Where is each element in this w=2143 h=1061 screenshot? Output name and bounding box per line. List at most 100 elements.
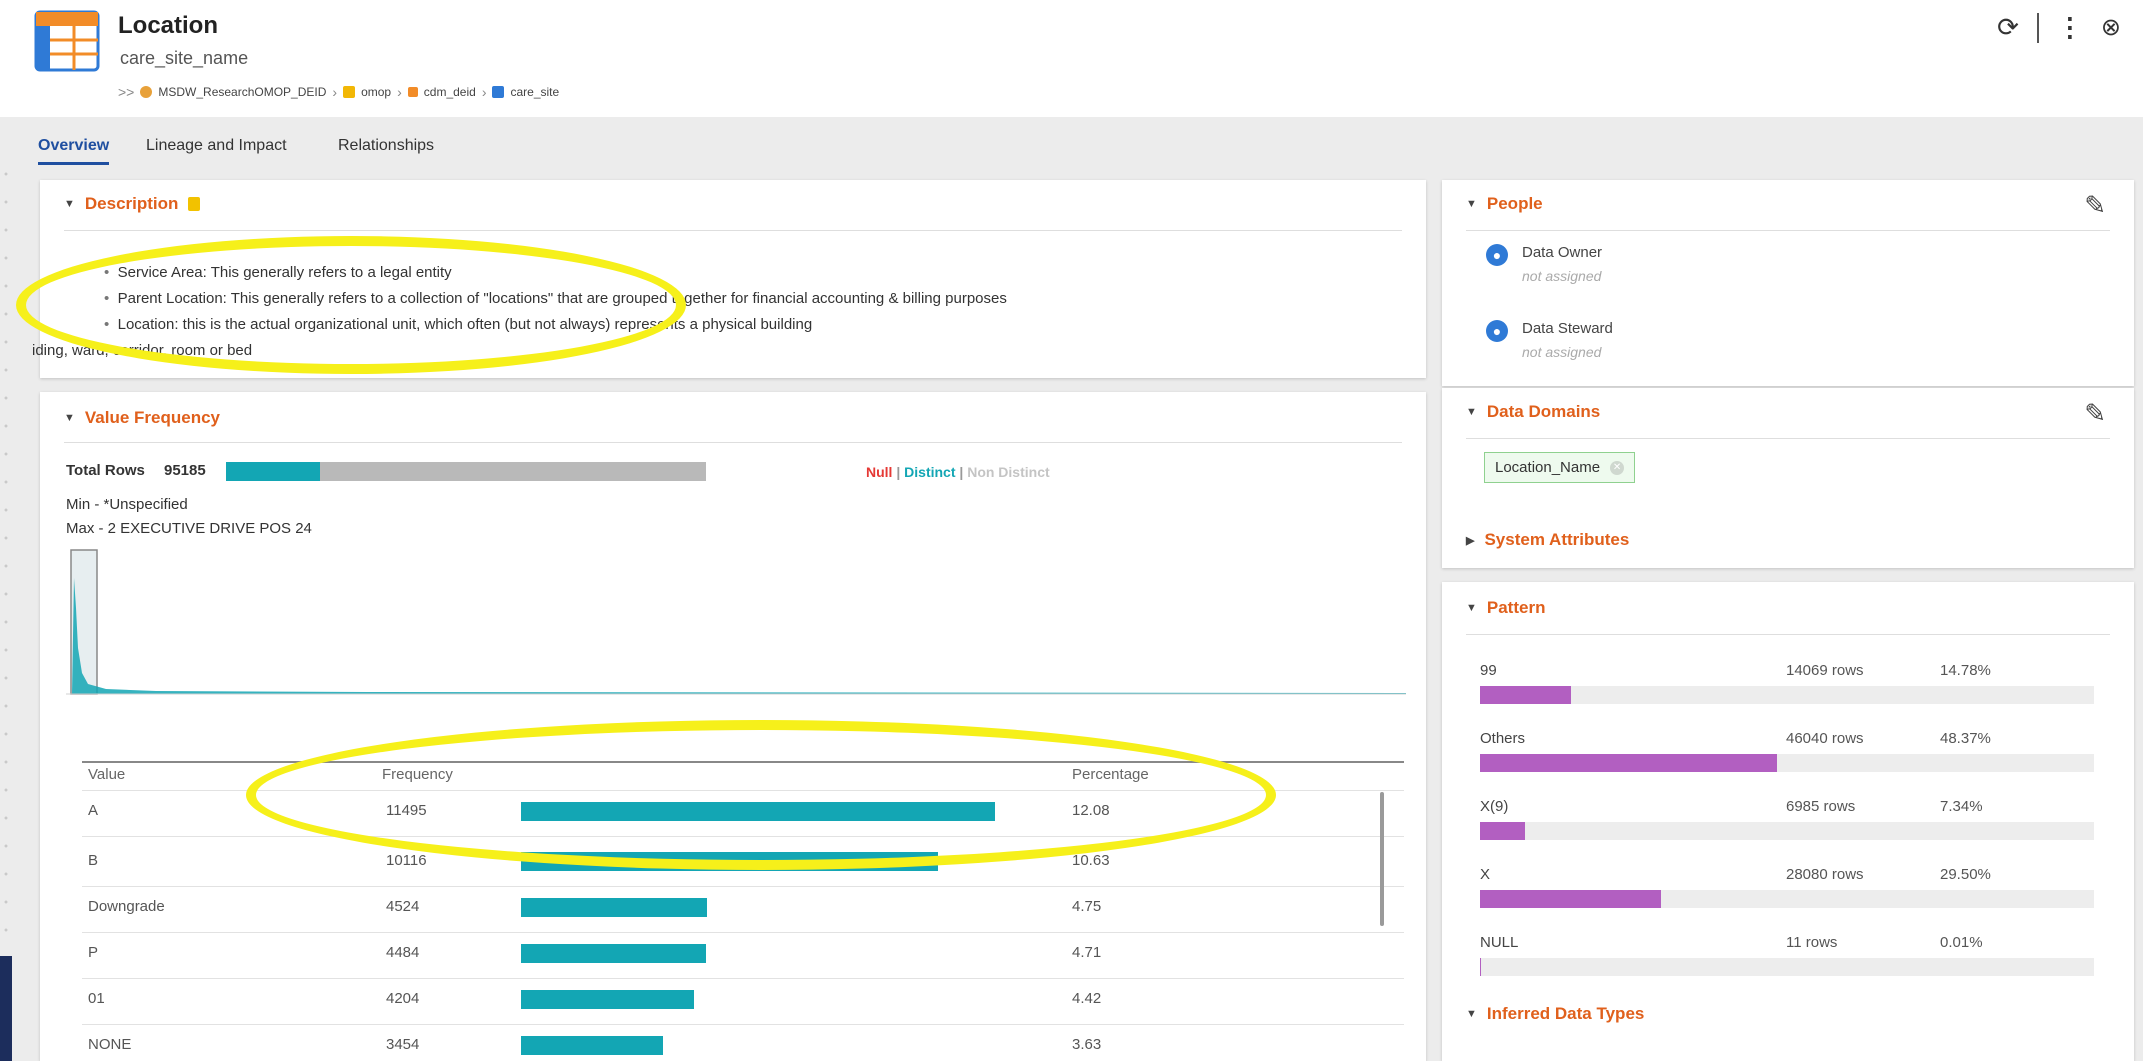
edit-pencil-icon[interactable]: ✎ (2084, 190, 2106, 221)
row-divider (82, 932, 1404, 933)
collapse-triangle-icon[interactable]: ▼ (1466, 198, 1477, 210)
breadcrumb-item[interactable]: omop (361, 85, 391, 99)
min-value: Min - *Unspecified (66, 496, 188, 513)
pattern-percentage: 0.01% (1940, 934, 1983, 951)
table-cell-value: B (88, 852, 99, 869)
inferred-data-types-title: Inferred Data Types (1486, 1004, 1645, 1023)
legend-distinct: Distinct (904, 464, 956, 480)
edit-pencil-icon[interactable]: ✎ (2084, 398, 2106, 429)
data-domains-header[interactable]: ▼ Data Domains (1466, 402, 1600, 422)
breadcrumb-expand-icon[interactable]: >> (118, 84, 134, 100)
legend-separator: | (959, 464, 964, 480)
pattern-percentage: 7.34% (1940, 798, 1983, 815)
table-cell-frequency: 4204 (386, 990, 420, 1007)
description-title: Description (84, 194, 179, 213)
value-frequency-header[interactable]: ▼ Value Frequency (64, 408, 220, 428)
table-cell-value: 01 (88, 990, 105, 1007)
table-cell-percentage: 4.42 (1072, 990, 1102, 1007)
more-vertical-icon[interactable]: ⋮ (2057, 12, 2083, 43)
expand-triangle-icon[interactable]: ▶ (1466, 534, 1474, 547)
table-cell-frequency: 10116 (386, 852, 427, 869)
divider (1466, 230, 2110, 231)
data-steward-label: Data Steward (1522, 320, 1613, 337)
header-actions: ⟳ ⋮ ⊗ (1997, 12, 2121, 43)
tab-relationships[interactable]: Relationships (338, 137, 434, 155)
breadcrumb-item[interactable]: cdm_deid (424, 85, 476, 99)
tab-overview[interactable]: Overview (38, 137, 110, 165)
pattern-bar (1480, 686, 1571, 704)
total-rows-count: 95185 (164, 462, 206, 479)
description-header[interactable]: ▼ Description (64, 194, 201, 214)
data-owner-value: not assigned (1522, 268, 1602, 284)
system-attributes-header[interactable]: ▶ System Attributes (1466, 530, 1629, 550)
schema-deid-icon (407, 87, 418, 97)
pattern-row-count: 46040 rows (1786, 730, 1864, 747)
data-domain-chip[interactable]: Location_Name ✕ (1484, 452, 1636, 483)
table-cell-value: P (88, 944, 99, 961)
distribution-curve (72, 578, 1406, 694)
tab-bar: Overview Lineage and Impact Relationship… (0, 117, 2143, 172)
breadcrumb-item[interactable]: care_site (510, 85, 559, 99)
row-divider (82, 886, 1404, 887)
table-cell-frequency: 4524 (386, 898, 420, 915)
collapse-triangle-icon[interactable]: ▼ (1466, 602, 1477, 614)
frequency-bar (521, 944, 706, 963)
legend-separator: | (896, 464, 901, 480)
asset-header: Location care_site_name >> MSDW_Research… (0, 0, 2143, 117)
pattern-label: X(9) (1480, 798, 1509, 815)
frequency-distribution-chart (66, 549, 1406, 695)
divider (1466, 438, 2110, 439)
table-scrollbar[interactable] (1380, 792, 1384, 926)
pattern-bar-track (1480, 890, 2094, 908)
total-rows-label: Total Rows (66, 462, 145, 479)
pattern-label: X (1480, 866, 1491, 883)
collapse-triangle-icon[interactable]: ▼ (64, 198, 75, 210)
table-cell-value: Downgrade (88, 898, 165, 915)
tab-lineage-and-impact[interactable]: Lineage and Impact (146, 137, 287, 155)
distinct-ratio-bar (226, 462, 706, 481)
legend-non-distinct: Non Distinct (967, 464, 1050, 480)
pattern-percentage: 14.78% (1940, 662, 1991, 679)
breadcrumb-item[interactable]: MSDW_ResearchOMOP_DEID (158, 85, 326, 99)
collapse-triangle-icon[interactable]: ▼ (64, 412, 75, 424)
collapse-triangle-icon[interactable]: ▼ (1466, 406, 1477, 418)
data-domains-title: Data Domains (1486, 402, 1601, 421)
people-title: People (1486, 194, 1543, 213)
data-domain-chip-label: Location_Name (1495, 459, 1601, 476)
inferred-data-types-header[interactable]: ▼ Inferred Data Types (1466, 1004, 1644, 1024)
chevron-right-icon: › (481, 84, 487, 100)
divider (64, 230, 1402, 231)
frequency-bar (521, 1036, 664, 1055)
header-divider (2036, 12, 2039, 43)
highlight-ellipse-frequency (246, 720, 1276, 870)
system-attributes-title: System Attributes (1484, 530, 1630, 549)
left-edge-strip (0, 956, 12, 1061)
row-divider (82, 978, 1404, 979)
legend-null: Null (866, 464, 893, 480)
refresh-icon[interactable]: ⟳ (1997, 12, 2019, 43)
pattern-bar (1480, 958, 1482, 976)
breadcrumb: >> MSDW_ResearchOMOP_DEID › omop › cdm_d… (118, 84, 559, 100)
user-avatar-icon: ● (1486, 320, 1508, 342)
data-steward-value: not assigned (1522, 344, 1602, 360)
pattern-bar-track (1480, 958, 2094, 976)
frequency-bar (521, 898, 708, 917)
pattern-percentage: 29.50% (1940, 866, 1991, 883)
pattern-card: ▼ Pattern 99 14069 rows 14.78% Others 46… (1442, 582, 2134, 1061)
row-divider (82, 1024, 1404, 1025)
people-header[interactable]: ▼ People (1466, 194, 1543, 214)
column-header-value[interactable]: Value (88, 766, 125, 783)
asset-title: Location (118, 12, 218, 39)
max-value: Max - 2 EXECUTIVE DRIVE POS 24 (66, 520, 312, 537)
schema-icon (343, 86, 356, 98)
table-icon (492, 86, 505, 98)
collapse-triangle-icon[interactable]: ▼ (1466, 1008, 1477, 1020)
remove-chip-icon[interactable]: ✕ (1610, 461, 1625, 476)
pattern-label: Others (1480, 730, 1526, 747)
table-asset-icon (34, 10, 100, 72)
pattern-bar (1480, 890, 1662, 908)
pattern-header[interactable]: ▼ Pattern (1466, 598, 1545, 618)
user-avatar-icon: ● (1486, 244, 1508, 266)
pattern-bar-track (1480, 754, 2094, 772)
close-circle-icon[interactable]: ⊗ (2101, 13, 2121, 42)
